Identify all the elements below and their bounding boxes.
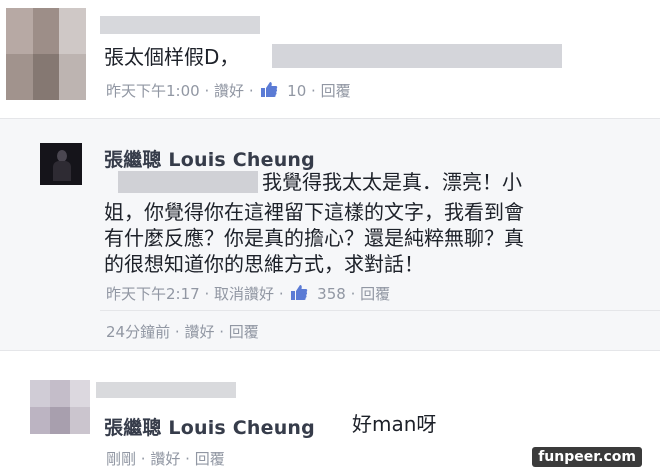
blurred-commenter-name	[96, 382, 236, 398]
comment-text: 張太個样假D，	[104, 45, 240, 69]
like-count[interactable]: 358	[317, 285, 346, 303]
reply-text-line-1: 我覺得我太太是真．漂亮！小	[262, 170, 522, 194]
sub-time[interactable]: 24分鐘前	[106, 321, 170, 342]
blurred-commenter-name	[100, 16, 260, 34]
like-button[interactable]: 讚好	[214, 80, 244, 101]
like-button[interactable]: 讚好	[150, 448, 180, 469]
divider	[0, 350, 660, 351]
avatar[interactable]	[30, 380, 90, 434]
comment-meta: 昨天下午1:00 · 讚好 · 10 · 回覆	[106, 80, 351, 101]
last-author[interactable]: 張繼聰 Louis Cheung	[104, 413, 315, 440]
thumbs-up-icon	[291, 285, 308, 300]
watermark: funpeer.com	[532, 447, 642, 467]
unlike-button[interactable]: 取消讚好	[214, 283, 274, 304]
last-meta: 剛剛 · 讚好 · 回覆	[106, 448, 225, 469]
divider	[100, 310, 660, 311]
reply-button[interactable]: 回覆	[195, 448, 225, 469]
reply-time[interactable]: 昨天下午2:17	[106, 283, 200, 304]
blurred-comment-text	[272, 44, 562, 68]
avatar[interactable]	[6, 8, 86, 100]
like-button[interactable]: 讚好	[184, 321, 214, 342]
reply-button[interactable]: 回覆	[229, 321, 259, 342]
last-time[interactable]: 剛剛	[106, 448, 136, 469]
last-text: 好man呀	[352, 412, 437, 436]
reply-text-line-4: 的很想知道你的思維方式，求對話！	[104, 252, 424, 276]
like-count[interactable]: 10	[287, 82, 306, 100]
comment-time[interactable]: 昨天下午1:00	[106, 80, 200, 101]
reply-avatar[interactable]	[40, 143, 82, 185]
reply-button[interactable]: 回覆	[360, 283, 390, 304]
thumbs-up-icon	[261, 82, 278, 97]
reply-button[interactable]: 回覆	[321, 80, 351, 101]
sub-meta: 24分鐘前 · 讚好 · 回覆	[106, 321, 259, 342]
blurred-mention	[118, 171, 258, 193]
divider	[0, 118, 660, 119]
reply-meta: 昨天下午2:17 · 取消讚好 · 358 · 回覆	[106, 283, 391, 304]
